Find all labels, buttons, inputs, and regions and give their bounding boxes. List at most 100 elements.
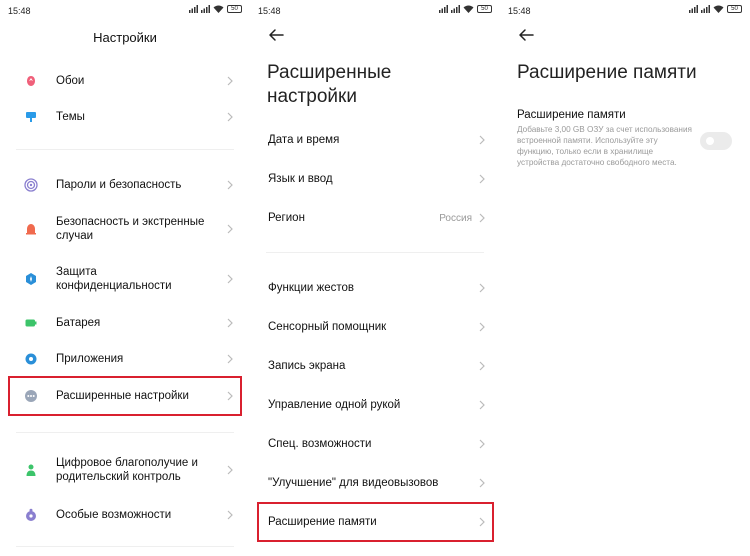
chevron-right-icon <box>479 174 485 184</box>
chevron-right-icon <box>227 180 233 190</box>
settings-item-date-time[interactable]: Дата и время <box>250 129 500 151</box>
status-bar: 15:48 50 <box>0 0 250 22</box>
chevron-right-icon <box>227 76 233 86</box>
settings-item-label: Управление одной рукой <box>268 399 401 411</box>
setting-description: Добавьте 3,00 GB ОЗУ за счет использован… <box>517 125 692 167</box>
settings-item-label: Функции жестов <box>268 282 354 294</box>
settings-item-accessibility[interactable]: Особые возможности <box>0 504 250 526</box>
chevron-right-icon <box>479 439 485 449</box>
settings-item-label: Особые возможности <box>56 509 172 521</box>
signal-icon <box>439 5 448 13</box>
settings-item-gestures[interactable]: Функции жестов <box>250 277 500 299</box>
emergency-icon <box>26 224 36 235</box>
settings-item-themes[interactable]: Темы <box>0 106 250 128</box>
chevron-right-icon <box>227 354 233 364</box>
settings-item-label: Пароли и безопасность <box>56 179 182 191</box>
status-time: 15:48 <box>508 6 531 16</box>
settings-screen: 15:48 50 Настройки Обои Темы Пароли и бе… <box>0 0 250 556</box>
settings-item-emergency[interactable]: Безопасность и экстренные случаи <box>0 214 250 244</box>
divider <box>16 432 234 433</box>
signal-icon <box>451 5 460 13</box>
settings-item-label: Защита конфиденциальности <box>56 266 172 292</box>
divider <box>16 546 234 547</box>
settings-item-region[interactable]: Регион Россия <box>250 207 500 229</box>
passwords-icon <box>24 178 38 192</box>
settings-item-video-calls[interactable]: "Улучшение" для видеовызовов <box>250 472 500 494</box>
settings-item-passwords[interactable]: Пароли и безопасность <box>0 174 250 196</box>
signal-icon <box>189 5 198 13</box>
signal-icon <box>701 5 710 13</box>
settings-item-label: Расширение памяти <box>268 516 377 528</box>
settings-item-privacy[interactable]: Защита конфиденциальности <box>0 264 250 294</box>
settings-item-label: Приложения <box>56 353 124 365</box>
battery-indicator: 50 <box>727 5 742 13</box>
setting-title: Расширение памяти <box>517 109 626 121</box>
chevron-right-icon <box>227 318 233 328</box>
settings-item-label: Обои <box>56 75 85 87</box>
page-title: Настройки <box>93 30 157 45</box>
wifi-icon <box>463 5 474 13</box>
advanced-settings-screen: 15:48 50 Расширенные настройки Дата и вр… <box>250 0 500 556</box>
chevron-right-icon <box>479 213 485 223</box>
status-time: 15:48 <box>8 6 31 16</box>
page-title: Расширение памяти <box>517 62 697 83</box>
settings-item-memory-extension[interactable]: Расширение памяти <box>250 511 500 533</box>
chevron-right-icon <box>479 478 485 488</box>
page-title-line: Расширенные <box>267 62 392 83</box>
chevron-right-icon <box>479 400 485 410</box>
settings-item-label: Дата и время <box>268 134 340 146</box>
settings-item-label: Безопасность и экстренные случаи <box>56 216 205 242</box>
chevron-right-icon <box>479 322 485 332</box>
privacy-icon <box>26 273 36 285</box>
memory-extension-toggle[interactable] <box>700 132 732 150</box>
settings-item-label: Язык и ввод <box>268 173 333 185</box>
settings-item-label: Темы <box>56 111 85 123</box>
status-bar: 15:48 50 <box>250 0 500 22</box>
toggle-knob <box>706 137 714 145</box>
settings-item-wallpaper[interactable]: Обои <box>0 70 250 92</box>
settings-item-advanced[interactable]: Расширенные настройки <box>0 385 250 407</box>
back-arrow-icon[interactable] <box>266 25 286 45</box>
settings-item-label: "Улучшение" для видеовызовов <box>268 477 439 489</box>
chevron-right-icon <box>227 465 233 475</box>
chevron-right-icon <box>227 391 233 401</box>
settings-item-accessibility[interactable]: Спец. возможности <box>250 433 500 455</box>
settings-item-quick-ball[interactable]: Сенсорный помощник <box>250 316 500 338</box>
settings-item-label: Запись экрана <box>268 360 346 372</box>
back-arrow-icon[interactable] <box>516 25 536 45</box>
settings-item-label: Батарея <box>56 317 101 329</box>
settings-item-label: Спец. возможности <box>268 438 372 450</box>
page-title-line: настройки <box>267 86 357 107</box>
signal-icon <box>201 5 210 13</box>
settings-item-apps[interactable]: Приложения <box>0 348 250 370</box>
chevron-right-icon <box>479 361 485 371</box>
wellbeing-icon <box>26 464 36 476</box>
chevron-right-icon <box>479 517 485 527</box>
chevron-right-icon <box>227 224 233 234</box>
settings-item-label: Расширенные настройки <box>56 390 189 402</box>
page-title: Расширенные настройки <box>267 61 391 109</box>
chevron-right-icon <box>479 283 485 293</box>
settings-item-language[interactable]: Язык и ввод <box>250 168 500 190</box>
wifi-icon <box>213 5 224 13</box>
chevron-right-icon <box>227 510 233 520</box>
more-icon <box>25 390 37 402</box>
themes-icon <box>26 112 36 122</box>
chevron-right-icon <box>227 112 233 122</box>
settings-item-label: Цифровое благополучие и родительский кон… <box>56 457 198 483</box>
signal-icon <box>689 5 698 13</box>
apps-icon <box>25 353 37 365</box>
settings-item-label: Сенсорный помощник <box>268 321 387 333</box>
divider <box>16 149 234 150</box>
battery-icon <box>25 319 37 327</box>
accessibility-icon <box>26 508 36 521</box>
battery-indicator: 50 <box>477 5 492 13</box>
battery-indicator: 50 <box>227 5 242 13</box>
region-value: Россия <box>439 212 472 224</box>
settings-item-wellbeing[interactable]: Цифровое благополучие и родительский кон… <box>0 455 250 485</box>
settings-item-one-handed[interactable]: Управление одной рукой <box>250 394 500 416</box>
settings-item-screen-recorder[interactable]: Запись экрана <box>250 355 500 377</box>
settings-item-label: Регион <box>268 212 305 224</box>
settings-item-battery[interactable]: Батарея <box>0 312 250 334</box>
wallpaper-icon <box>27 76 35 86</box>
